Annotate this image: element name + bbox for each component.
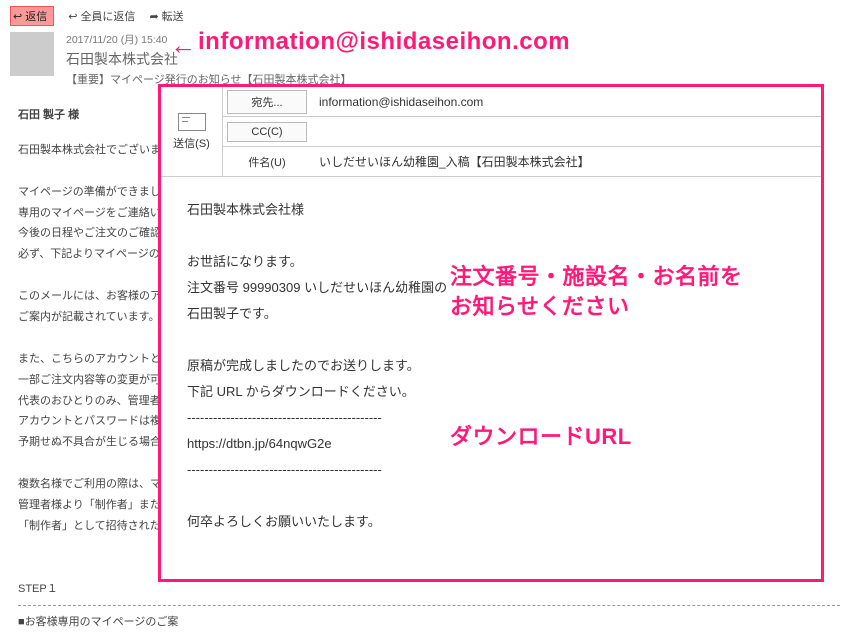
reply-all-label: 全員に返信 xyxy=(80,8,135,24)
to-button[interactable]: 宛先... xyxy=(227,90,307,114)
compose-line: お世話になります。 xyxy=(187,249,795,275)
compose-line: 石田製本株式会社様 xyxy=(187,197,795,223)
forward-label: 転送 xyxy=(162,8,184,24)
body-line: ■お客様専用のマイページのご案 xyxy=(18,612,840,633)
to-field[interactable]: information@ishidaseihon.com xyxy=(311,95,821,109)
send-label: 送信(S) xyxy=(173,135,210,151)
compose-line: 石田製子です。 xyxy=(187,301,795,327)
cc-button[interactable]: CC(C) xyxy=(227,122,307,142)
compose-line: 原稿が完成しましたのでお送りします。 xyxy=(187,353,795,379)
compose-line: 何卒よろしくお願いいたします。 xyxy=(187,509,795,535)
toolbar: ↩ 返信 ↩ 全員に返信 ➦ 転送 xyxy=(10,6,840,26)
reply-label: 返信 xyxy=(25,8,47,24)
subject-field[interactable]: いしだせいほん幼稚園_入稿【石田製本株式会社】 xyxy=(311,153,821,170)
avatar xyxy=(10,32,54,76)
envelope-icon xyxy=(178,113,206,131)
subject-label: 件名(U) xyxy=(227,151,307,173)
from: 石田製本株式会社 xyxy=(66,49,352,69)
reply-button[interactable]: ↩ 返信 xyxy=(10,6,54,26)
divider: ----------------------------------------… xyxy=(187,457,795,483)
compose-window: 送信(S) 宛先... information@ishidaseihon.com… xyxy=(158,84,824,582)
download-url: https://dtbn.jp/64nqwG2e xyxy=(187,431,795,457)
compose-body[interactable]: 石田製本株式会社様 お世話になります。 注文番号 99990309 いしだせいほ… xyxy=(161,177,821,555)
divider: ----------------------------------------… xyxy=(187,405,795,431)
reply-all-button[interactable]: ↩ 全員に返信 xyxy=(68,6,135,26)
compose-line: 下記 URL からダウンロードください。 xyxy=(187,379,795,405)
forward-button[interactable]: ➦ 転送 xyxy=(149,6,183,26)
message-header: 2017/11/20 (月) 15:40 石田製本株式会社 【重要】マイページ発… xyxy=(10,32,840,87)
send-button[interactable]: 送信(S) xyxy=(161,87,223,177)
compose-line: 注文番号 99990309 いしだせいほん幼稚園の xyxy=(187,275,795,301)
date: 2017/11/20 (月) 15:40 xyxy=(66,32,352,47)
